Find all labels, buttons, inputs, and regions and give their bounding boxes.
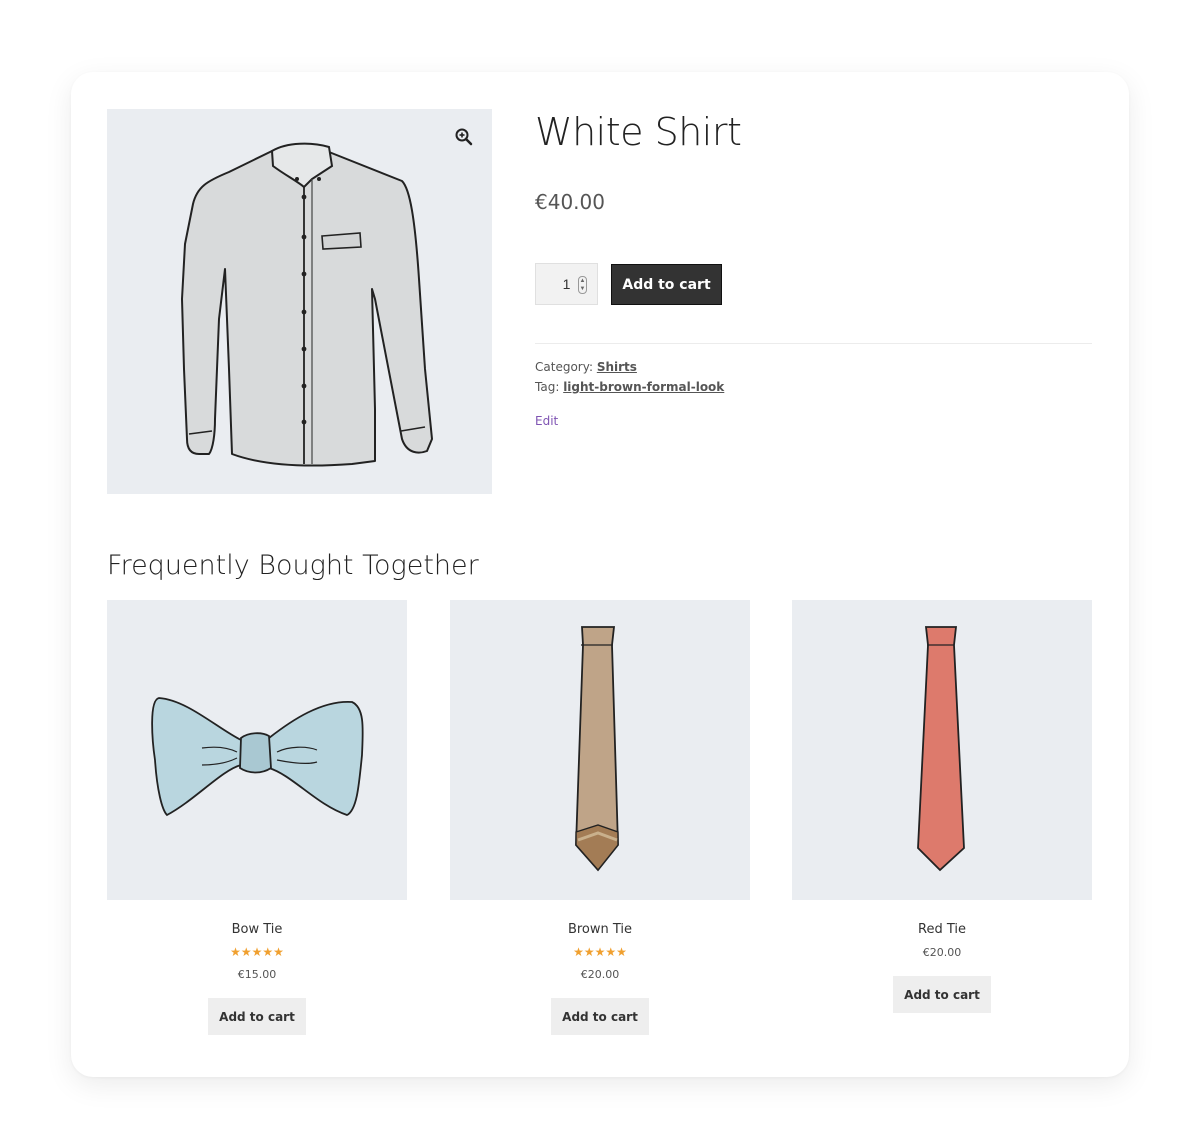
product-price: €20.00	[922, 946, 962, 959]
edit-link[interactable]: Edit	[535, 414, 558, 428]
product-image-bow-tie[interactable]	[107, 600, 407, 900]
product-price: €40.00	[535, 190, 605, 214]
related-product-bow-tie: Bow Tie ★★★★★ €15.00 Add to cart	[107, 600, 407, 1035]
star-rating: ★★★★★	[573, 945, 627, 959]
spinner-arrows-icon[interactable]: ▲ ▼	[578, 276, 587, 294]
category-label: Category:	[535, 360, 593, 374]
product-category: Category: Shirts	[535, 360, 637, 374]
brown-tie-illustration	[575, 626, 619, 872]
star-rating: ★★★★★	[230, 945, 284, 959]
quantity-value: 1	[562, 276, 571, 292]
add-to-cart-button[interactable]: Add to cart	[611, 264, 722, 305]
bow-tie-illustration	[151, 697, 364, 817]
product-name[interactable]: Red Tie	[792, 922, 1092, 937]
product-image-shirt[interactable]	[107, 109, 492, 494]
quantity-stepper[interactable]: 1 ▲ ▼	[535, 263, 598, 305]
section-title: Frequently Bought Together	[107, 550, 479, 581]
category-link[interactable]: Shirts	[597, 360, 637, 374]
product-price: €15.00	[237, 968, 277, 981]
related-product-red-tie: Red Tie €20.00 Add to cart	[792, 600, 1092, 1013]
product-tag: Tag: light-brown-formal-look	[535, 380, 724, 394]
zoom-icon[interactable]	[454, 127, 474, 147]
related-product-brown-tie: Brown Tie ★★★★★ €20.00 Add to cart	[450, 600, 750, 1035]
add-to-cart-button[interactable]: Add to cart	[893, 976, 991, 1013]
tag-link[interactable]: light-brown-formal-look	[563, 380, 724, 394]
add-to-cart-button[interactable]: Add to cart	[551, 998, 649, 1035]
product-image-red-tie[interactable]	[792, 600, 1092, 900]
product-name[interactable]: Bow Tie	[107, 922, 407, 937]
red-tie-illustration	[917, 626, 965, 872]
shirt-illustration	[181, 142, 433, 467]
product-price: €20.00	[580, 968, 620, 981]
tag-label: Tag:	[535, 380, 560, 394]
product-name[interactable]: Brown Tie	[450, 922, 750, 937]
divider	[535, 343, 1092, 344]
product-title: White Shirt	[535, 110, 742, 154]
add-to-cart-button[interactable]: Add to cart	[208, 998, 306, 1035]
product-image-brown-tie[interactable]	[450, 600, 750, 900]
